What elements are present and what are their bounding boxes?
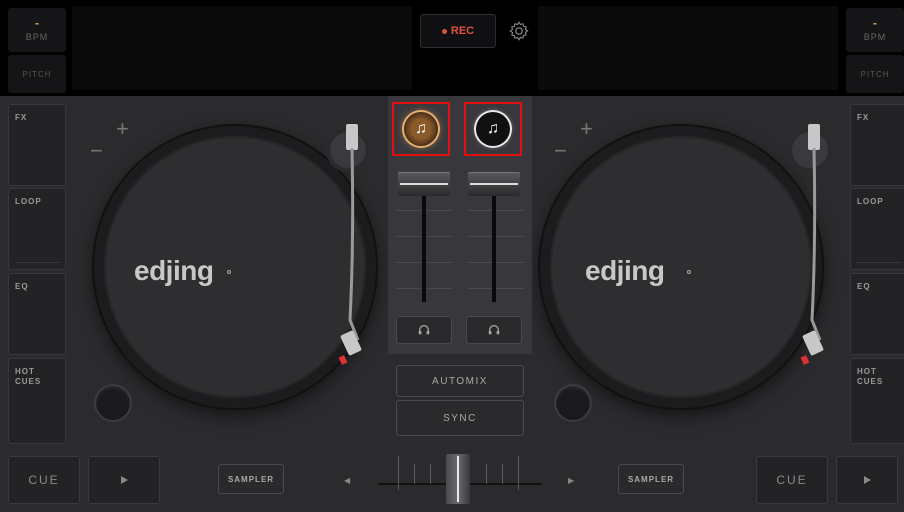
left-edjing-logo: edjing bbox=[134, 255, 214, 286]
left-spindle bbox=[227, 270, 231, 274]
left-hotcues-button[interactable]: HOT CUES bbox=[8, 358, 66, 444]
right-spindle bbox=[687, 270, 691, 274]
crossfader-handle[interactable] bbox=[446, 454, 470, 504]
right-deck-knob[interactable] bbox=[556, 386, 590, 420]
bottom-controls: CUE SAMPLER ◀ ▶ SAMPLER CUE bbox=[0, 446, 904, 512]
headphone-icon bbox=[488, 325, 500, 335]
right-volume-fader[interactable] bbox=[468, 172, 520, 196]
right-play-button[interactable] bbox=[836, 456, 898, 504]
rec-label: REC bbox=[450, 25, 475, 37]
gear-icon[interactable] bbox=[508, 20, 530, 42]
left-bpm-display: - BPM bbox=[8, 8, 66, 52]
right-eq-label: EQ bbox=[857, 282, 871, 291]
crossfader-right-arrow-icon[interactable]: ▶ bbox=[568, 476, 574, 485]
left-deck-knob[interactable] bbox=[96, 386, 130, 420]
left-bpm-value: - bbox=[35, 16, 39, 30]
left-headphone-cue-button[interactable] bbox=[396, 316, 452, 344]
right-pitch-plus[interactable]: + bbox=[580, 116, 593, 142]
left-loop-button[interactable]: LOOP bbox=[8, 188, 66, 270]
right-load-track-button[interactable]: ♫ bbox=[464, 102, 522, 156]
right-cue-button[interactable]: CUE bbox=[756, 456, 828, 504]
left-eq-label: EQ bbox=[15, 282, 29, 291]
right-edjing-logo: edjing bbox=[585, 255, 665, 286]
play-icon bbox=[121, 476, 128, 484]
left-volume-fader[interactable] bbox=[398, 172, 450, 196]
left-pitch-button[interactable]: PITCH bbox=[8, 55, 66, 93]
right-bpm-display: - BPM bbox=[846, 8, 904, 52]
left-hotcues-label: HOT CUES bbox=[15, 367, 42, 386]
left-pitch-minus[interactable]: − bbox=[90, 138, 103, 164]
left-play-button[interactable] bbox=[88, 456, 160, 504]
right-loop-button[interactable]: LOOP bbox=[850, 188, 904, 270]
right-pitch-button[interactable]: PITCH bbox=[846, 55, 904, 93]
play-icon bbox=[864, 476, 871, 484]
left-load-track-button[interactable]: ♫ bbox=[392, 102, 450, 156]
right-fx-button[interactable]: FX bbox=[850, 104, 904, 186]
right-eq-button[interactable]: EQ bbox=[850, 273, 904, 355]
left-eq-button[interactable]: EQ bbox=[8, 273, 66, 355]
right-hotcues-button[interactable]: HOT CUES bbox=[850, 358, 904, 444]
left-volume-track bbox=[422, 182, 426, 302]
right-bpm-value: - bbox=[873, 16, 877, 30]
automix-button[interactable]: AUTOMIX bbox=[396, 365, 524, 397]
right-loop-label: LOOP bbox=[857, 197, 884, 206]
right-sampler-button[interactable]: SAMPLER bbox=[618, 464, 684, 494]
right-bpm-label: BPM bbox=[863, 32, 887, 42]
dj-app: - BPM PITCH REC - BPM PITCH FX LOOP EQ H… bbox=[0, 0, 904, 512]
left-loop-label: LOOP bbox=[15, 197, 42, 206]
right-fx-label: FX bbox=[857, 113, 870, 122]
right-waveform[interactable] bbox=[538, 6, 838, 90]
left-bpm-label: BPM bbox=[25, 32, 49, 42]
right-pitch-minus[interactable]: − bbox=[554, 138, 567, 164]
left-sampler-button[interactable]: SAMPLER bbox=[218, 464, 284, 494]
right-headphone-cue-button[interactable] bbox=[466, 316, 522, 344]
left-cue-button[interactable]: CUE bbox=[8, 456, 80, 504]
right-tonearm[interactable] bbox=[792, 120, 836, 380]
top-strip: - BPM PITCH REC - BPM PITCH bbox=[0, 0, 904, 96]
right-volume-track bbox=[492, 182, 496, 302]
music-note-icon: ♫ bbox=[476, 112, 510, 146]
mixer-panel: ♫ ♫ bbox=[388, 96, 532, 354]
right-hotcues-label: HOT CUES bbox=[857, 367, 884, 386]
left-fx-label: FX bbox=[15, 113, 28, 122]
left-pitch-plus[interactable]: + bbox=[116, 116, 129, 142]
rec-button[interactable]: REC bbox=[420, 14, 496, 48]
left-tonearm[interactable] bbox=[330, 120, 374, 380]
left-waveform[interactable] bbox=[72, 6, 412, 90]
rec-dot-icon bbox=[441, 28, 447, 34]
headphone-icon bbox=[418, 325, 430, 335]
crossfader-left-arrow-icon[interactable]: ◀ bbox=[344, 476, 350, 485]
music-note-icon: ♫ bbox=[404, 112, 438, 146]
sync-button[interactable]: SYNC bbox=[396, 400, 524, 436]
left-fx-button[interactable]: FX bbox=[8, 104, 66, 186]
